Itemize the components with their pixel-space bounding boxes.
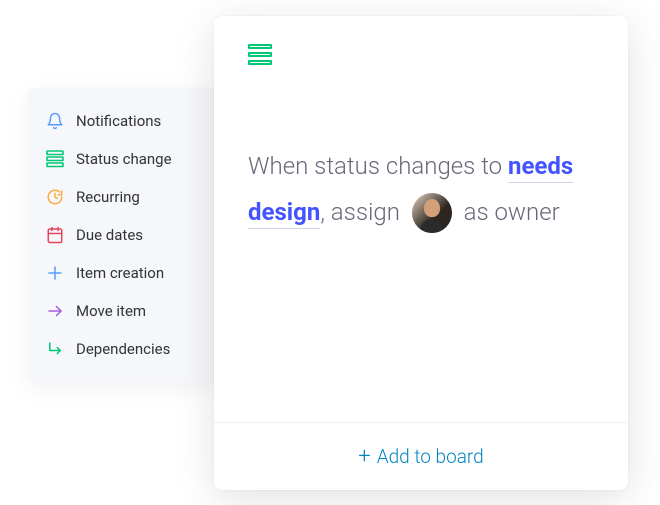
sidebar-item-label: Dependencies [76,340,170,358]
arrow-right-icon [46,302,64,320]
add-to-board-label: Add to board [377,445,484,468]
sidebar-item-label: Move item [76,302,146,320]
sidebar-item-notifications[interactable]: Notifications [28,102,218,140]
rule-prefix: When status changes to [248,152,508,180]
sidebar-item-due-dates[interactable]: Due dates [28,216,218,254]
sidebar-item-label: Status change [76,150,172,168]
dependency-icon [46,340,64,358]
sidebar-item-label: Notifications [76,112,161,130]
sidebar-item-status-change[interactable]: Status change [28,140,218,178]
rule-sentence: When status changes to needs design, ass… [248,144,594,235]
sidebar-item-recurring[interactable]: Recurring [28,178,218,216]
bell-icon [46,112,64,130]
rule-middle: , assign [320,198,405,226]
plus-icon [46,264,64,282]
automation-rule-card: When status changes to needs design, ass… [214,16,628,490]
sidebar-item-move-item[interactable]: Move item [28,292,218,330]
status-bars-icon [46,150,64,168]
add-to-board-button[interactable]: + Add to board [214,422,628,490]
rule-suffix: as owner [458,198,560,226]
sidebar-item-dependencies[interactable]: Dependencies [28,330,218,368]
sidebar-item-label: Item creation [76,264,164,282]
plus-icon: + [358,444,370,469]
automation-recipe-list: Notifications Status change Recurring [28,88,218,382]
sidebar-item-label: Due dates [76,226,143,244]
sidebar-item-label: Recurring [76,188,140,206]
calendar-icon [46,226,64,244]
clock-refresh-icon [46,188,64,206]
status-bars-icon [248,44,272,65]
sidebar-item-item-creation[interactable]: Item creation [28,254,218,292]
assignee-avatar[interactable] [412,193,452,233]
